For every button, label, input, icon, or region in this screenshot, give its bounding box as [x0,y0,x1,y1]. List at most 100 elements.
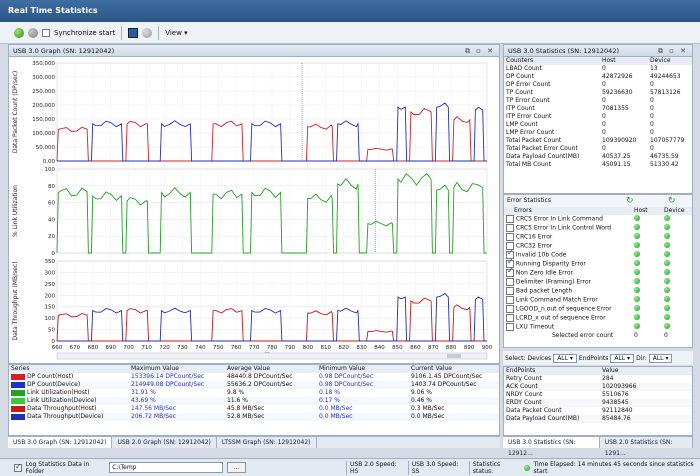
save-icon[interactable] [128,27,139,38]
error-cell: CRC5 Error In Link Control Word [504,224,632,233]
error-checkbox[interactable] [506,278,514,287]
refresh-device-icon[interactable]: ↻ [668,195,676,207]
endpoint-row: NRDY Count 5510676 [504,391,692,399]
devices-select[interactable]: ALL ▾ [553,353,577,363]
error-checkbox[interactable] [506,267,514,278]
log-folder-input[interactable]: C:\Temp [109,462,224,473]
counter-row: Total Packet Error Count 0 0 [504,145,692,153]
series-row[interactable]: DP Count(Host) 153396.14 DPCount/Sec 484… [9,373,499,381]
col-errors: Errors [514,207,532,214]
devices-select-value: ALL [557,354,568,362]
endpoint-name: ACK Count [506,383,538,390]
endpoint-name: Data Packet Count [506,407,562,414]
x-tick-label: 730 [177,345,188,351]
tab-usb3-graph[interactable]: USB 3.0 Graph (SN: 12912042) [8,437,113,448]
error-device-led [662,242,692,251]
error-host-led [632,314,662,323]
error-checkbox[interactable] [506,215,514,224]
start-icon[interactable] [14,27,24,38]
error-checkbox[interactable] [506,296,514,305]
counter-host: 40537.25 [602,153,631,160]
tab-usb3-stats[interactable]: USB 3.0 Statistics (SN: 12912... [503,437,600,457]
selected-error-label: Selected error count [552,332,614,339]
col-host: Host [602,57,616,64]
error-cell: Running Disparity Error [504,258,632,269]
series-current: 0.3 MB/Sec [411,405,445,412]
dir-select[interactable]: ALL ▾ [648,353,673,363]
error-checkbox[interactable] [506,323,514,332]
error-cell: Bad packet Length [504,287,632,296]
x-tick-label: 870 [428,345,439,351]
counter-row: DP Error Count 0 0 [504,81,692,89]
status-indicator-icon [523,464,530,471]
endpoint-row: Data Payload Count(MB) 85484.76 [504,415,692,423]
error-cell: Non Zero Idle Error [504,267,632,278]
error-device-led [662,305,692,314]
error-row: CRC16 Error [504,233,692,242]
error-row: Link Command Match Error [504,296,692,305]
error-label: CRC16 Error [515,233,553,241]
y-tick-label: 0.00 [43,159,56,165]
error-label: CRC5 Error In Link Command [515,215,603,223]
counter-device: 0 [650,121,654,128]
series-row[interactable]: Data Throughput(Device) 206.72 MB/Sec 52… [9,413,499,421]
window-title: Real Time Statistics [0,0,700,22]
error-row: Invalid 10b Code [504,249,692,260]
series-row[interactable]: DP Count(Device) 214949.08 DPCount/Sec 5… [9,381,499,389]
error-cell: CRC32 Error [504,242,632,251]
dir-label: Dir: [636,354,647,362]
series-name-text: DP Count(Host) [27,373,74,380]
stop-icon[interactable] [28,27,38,38]
error-row: Running Disparity Error [504,258,692,269]
panel-controls[interactable]: ⧉ ▫ ✕ [465,45,495,57]
counter-device: 51330.42 [650,161,679,168]
counter-name: Total Packet Count [506,137,562,144]
error-device-led [662,224,692,233]
error-cell: Invalid 10b Code [504,249,632,260]
series-name: Link Utilization(Device) [9,397,129,405]
error-checkbox[interactable] [506,305,514,314]
y-tick-label: 300 [45,270,56,276]
error-label: Link Command Match Error [515,296,598,304]
settings-icon[interactable] [142,27,153,38]
y-axis-label: % Link Utilization [12,185,19,237]
series-row[interactable]: Link Utilization(Device) 43.69 % 11.6 % … [9,397,499,405]
refresh-host-icon[interactable]: ↻ [626,195,634,207]
counter-row: TP Count 59236630 57813126 [504,89,692,97]
error-checkbox[interactable] [506,314,514,323]
tab-ltssm-graph[interactable]: LTSSM Graph (SN: 12912042) [217,437,317,448]
series-row[interactable]: Data Throughput(Host) 147.56 MB/Sec 45.8… [9,405,499,413]
toolbar-separator [121,25,123,40]
counter-device: 46735.59 [650,153,679,160]
series-min: 0.0 MB/Sec [319,405,353,412]
x-tick-label: 660 [52,345,63,351]
x-tick-label: 670 [70,345,81,351]
view-menu[interactable]: View ▾ [165,29,187,37]
tab-usb2-stats[interactable]: USB 2.0 Statistics (SN: 1291... [600,437,693,457]
error-row: CRC32 Error [504,242,692,251]
error-label: Non Zero Idle Error [515,269,573,277]
dir-select-value: ALL [652,354,664,362]
error-row: CRC5 Error In Link Control Word [504,224,692,233]
tab-usb2-graph[interactable]: USB 2.0 Graph (SN: 12912042) [112,437,217,448]
error-checkbox[interactable] [506,287,514,296]
synchronize-start-checkbox[interactable] [42,28,50,37]
error-checkbox[interactable] [506,224,514,233]
counter-row: Total Packet Count 109390920 107057779 [504,137,692,145]
x-tick-label: 840 [374,345,385,351]
error-label: Running Disparity Error [515,260,586,268]
error-device-led [662,296,692,305]
panel-controls[interactable]: ⧉ ▫ ✕ [658,45,688,57]
series-row[interactable]: Link Utilization(Host) 31.91 % 9.8 % 0.1… [9,389,499,397]
error-label: CRC32 Error [515,242,553,250]
error-row: LGOOD_n out of sequence Error [504,305,692,314]
log-stats-checkbox[interactable] [14,462,22,472]
counter-row: Data Payload Count(MB) 40537.25 46735.59 [504,153,692,161]
browse-button[interactable]: ... [227,462,247,473]
counter-name: DP Error Count [506,81,551,88]
endpoints-select[interactable]: ALL ▾ [610,353,635,363]
series-swatch [11,373,25,380]
select-label: Select: [505,354,526,362]
error-checkbox[interactable] [506,233,514,242]
error-row: Delimiter (Framing) Error [504,278,692,287]
